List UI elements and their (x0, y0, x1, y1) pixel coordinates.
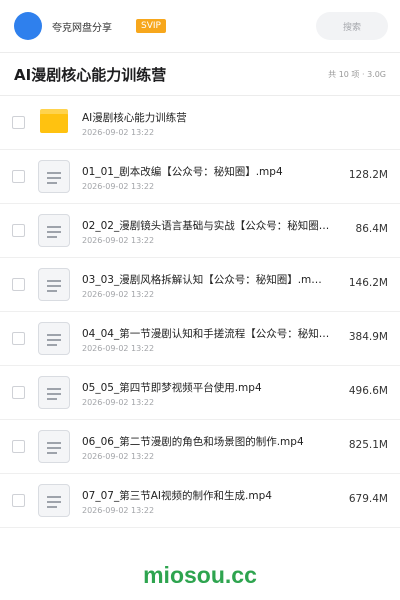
item-date: 2026-09-02 13:22 (82, 236, 155, 245)
item-name: 04_04_第一节漫剧认知和手搓流程【公众号：秘知… (82, 328, 330, 340)
document-icon (38, 214, 70, 247)
item-size: 86.4M (355, 223, 388, 235)
avatar[interactable] (14, 12, 42, 40)
checkbox-icon[interactable] (12, 494, 25, 507)
item-size: 679.4M (348, 493, 388, 505)
page-title: AI漫剧核心能力训练营 (14, 65, 167, 84)
document-icon (38, 430, 70, 463)
search-button[interactable]: 搜索 (316, 12, 388, 40)
item-date: 2026-09-02 13:22 (82, 452, 155, 461)
app-header: 夸克网盘分享 SVIP 搜索 (0, 0, 400, 52)
item-size: 128.2M (348, 169, 388, 181)
item-size: 825.1M (348, 439, 388, 451)
item-date: 2026-09-02 13:22 (82, 398, 155, 407)
item-name: 03_03_漫剧风格拆解认知【公众号：秘知圈】.m… (82, 274, 322, 286)
list-item[interactable]: 02_02_漫剧镜头语言基础与实战【公众号：秘知圈… 2026-09-02 13… (0, 204, 400, 258)
item-date: 2026-09-02 13:22 (82, 344, 155, 353)
item-date: 2026-09-02 13:22 (82, 506, 155, 515)
document-icon (38, 322, 70, 355)
checkbox-icon[interactable] (12, 116, 25, 129)
checkbox-icon[interactable] (12, 440, 25, 453)
item-size: 496.6M (348, 385, 388, 397)
checkbox-icon[interactable] (12, 224, 25, 237)
item-date: 2026-09-02 13:22 (82, 128, 155, 137)
list-item[interactable]: 03_03_漫剧风格拆解认知【公众号：秘知圈】.m… 2026-09-02 13… (0, 258, 400, 312)
item-size: 146.2M (348, 277, 388, 289)
list-item[interactable]: 06_06_第二节漫剧的角色和场景图的制作.mp4 2026-09-02 13:… (0, 420, 400, 474)
list-item[interactable]: 04_04_第一节漫剧认知和手搓流程【公众号：秘知… 2026-09-02 13… (0, 312, 400, 366)
list-item[interactable]: 01_01_剧本改编【公众号：秘知圈】.mp4 2026-09-02 13:22… (0, 150, 400, 204)
item-name: AI漫剧核心能力训练营 (82, 112, 187, 124)
item-date: 2026-09-02 13:22 (82, 290, 155, 299)
app-name: 夸克网盘分享 (52, 22, 112, 34)
document-icon (38, 268, 70, 301)
svip-badge: SVIP (136, 19, 166, 33)
item-name: 07_07_第三节AI视频的制作和生成.mp4 (82, 490, 272, 502)
checkbox-icon[interactable] (12, 278, 25, 291)
item-name: 02_02_漫剧镜头语言基础与实战【公众号：秘知圈… (82, 220, 330, 232)
item-name: 06_06_第二节漫剧的角色和场景图的制作.mp4 (82, 436, 304, 448)
document-icon (38, 160, 70, 193)
document-icon (38, 484, 70, 517)
item-count-meta: 共 10 项 · 3.0G (328, 69, 386, 79)
item-name: 05_05_第四节即梦视频平台使用.mp4 (82, 382, 262, 394)
document-icon (38, 376, 70, 409)
item-date: 2026-09-02 13:22 (82, 182, 155, 191)
folder-title-bar: AI漫剧核心能力训练营 共 10 项 · 3.0G (0, 53, 400, 95)
file-list: AI漫剧核心能力训练营 2026-09-02 13:22 01_01_剧本改编【… (0, 96, 400, 528)
list-item[interactable]: 07_07_第三节AI视频的制作和生成.mp4 2026-09-02 13:22… (0, 474, 400, 528)
checkbox-icon[interactable] (12, 170, 25, 183)
checkbox-icon[interactable] (12, 386, 25, 399)
list-item[interactable]: 05_05_第四节即梦视频平台使用.mp4 2026-09-02 13:22 4… (0, 366, 400, 420)
watermark-text: miosou.cc (143, 562, 257, 588)
checkbox-icon[interactable] (12, 332, 25, 345)
item-name: 01_01_剧本改编【公众号：秘知圈】.mp4 (82, 166, 283, 178)
folder-icon (40, 109, 68, 133)
item-size: 384.9M (348, 331, 388, 343)
list-item[interactable]: AI漫剧核心能力训练营 2026-09-02 13:22 (0, 96, 400, 150)
